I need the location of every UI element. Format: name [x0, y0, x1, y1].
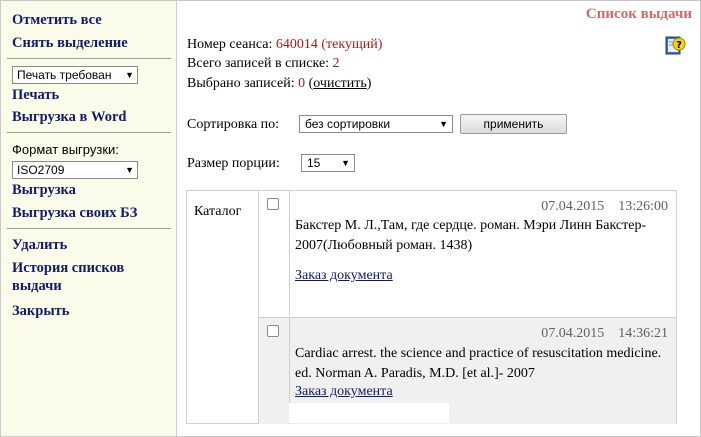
order-document-link[interactable]: Заказ документа	[295, 268, 393, 284]
clear-link[interactable]: очистить	[313, 76, 367, 91]
help-book-icon[interactable]: ?	[664, 34, 686, 56]
dropdown-arrow-icon: ▼	[125, 165, 134, 175]
row-date: 07.04.2015	[541, 326, 605, 341]
portion-label: Размер порции:	[187, 156, 280, 171]
print-type-select-value: Печать требован	[17, 68, 112, 82]
dropdown-arrow-icon: ▼	[341, 158, 350, 168]
export-word-link[interactable]: Выгрузка в Word	[12, 108, 126, 126]
table-row: 07.04.2015 13:26:00 Бакстер М. Л.,Там, г…	[259, 191, 676, 316]
sidebar: Отметить все Снять выделение Печать треб…	[1, 1, 177, 436]
sidebar-divider	[7, 58, 171, 59]
dropdown-arrow-icon: ▼	[125, 70, 134, 80]
session-value: 640014 (текущий)	[275, 37, 383, 52]
sidebar-divider	[7, 228, 171, 229]
row-time: 14:36:21	[618, 326, 668, 341]
total-value: 2	[332, 56, 340, 71]
page-title: Список выдачи	[585, 6, 692, 22]
sidebar-divider	[7, 132, 171, 133]
selected-info: Выбрано записей: 0 (очистить)	[187, 76, 372, 91]
export-own-link[interactable]: Выгрузка своих БЗ	[12, 204, 137, 222]
selected-value: 0	[298, 76, 306, 91]
apply-button[interactable]: применить	[460, 114, 567, 134]
total-label: Всего записей в списке:	[187, 56, 330, 71]
table-row: 07.04.2015 14:36:21 Cardiac arrest. the …	[259, 317, 676, 424]
svg-text:?: ?	[676, 40, 682, 51]
records-table: Каталог 07.04.2015 13:26:00 Бакстер М. Л…	[186, 190, 677, 424]
delete-link[interactable]: Удалить	[12, 236, 67, 254]
print-link[interactable]: Печать	[12, 86, 59, 104]
order-document-link[interactable]: Заказ документа	[295, 384, 393, 400]
history-link[interactable]: История списков выдачи	[12, 259, 162, 295]
sort-select[interactable]: без сортировки ▼	[299, 115, 453, 133]
row-date: 07.04.2015	[541, 199, 605, 214]
format-select-value: ISO2709	[17, 163, 65, 177]
catalog-label: Каталог	[194, 204, 242, 219]
session-info: Номер сеанса: 640014 (текущий)	[187, 36, 382, 54]
row-description: Cardiac arrest. the science and practice…	[295, 346, 662, 381]
session-label: Номер сеанса:	[187, 37, 273, 52]
portion-select[interactable]: 15 ▼	[301, 154, 355, 172]
row-datetime: 07.04.2015 13:26:00	[541, 199, 668, 215]
sort-label: Сортировка по:	[187, 117, 280, 132]
row-datetime: 07.04.2015 14:36:21	[541, 326, 668, 342]
print-type-select[interactable]: Печать требован ▼	[12, 66, 138, 84]
column-divider	[289, 191, 290, 316]
format-select[interactable]: ISO2709 ▼	[12, 161, 138, 179]
sort-select-value: без сортировки	[305, 117, 391, 131]
deselect-link[interactable]: Снять выделение	[12, 34, 128, 52]
format-label: Формат выгрузки:	[12, 142, 119, 157]
row-time: 13:26:00	[618, 199, 668, 214]
select-all-link[interactable]: Отметить все	[12, 11, 102, 29]
row-checkbox[interactable]	[267, 198, 279, 210]
catalog-column: Каталог	[187, 191, 259, 423]
row-description: Бакстер М. Л.,Там, где сердце. роман. Мэ…	[295, 218, 647, 253]
selected-label: Выбрано записей:	[187, 76, 295, 91]
dropdown-arrow-icon: ▼	[439, 119, 448, 129]
total-info: Всего записей в списке: 2	[187, 55, 340, 73]
close-link[interactable]: Закрыть	[12, 302, 69, 320]
row-checkbox[interactable]	[267, 325, 279, 337]
row-blank-area	[289, 403, 449, 423]
portion-select-value: 15	[307, 156, 321, 170]
export-link[interactable]: Выгрузка	[12, 181, 76, 199]
